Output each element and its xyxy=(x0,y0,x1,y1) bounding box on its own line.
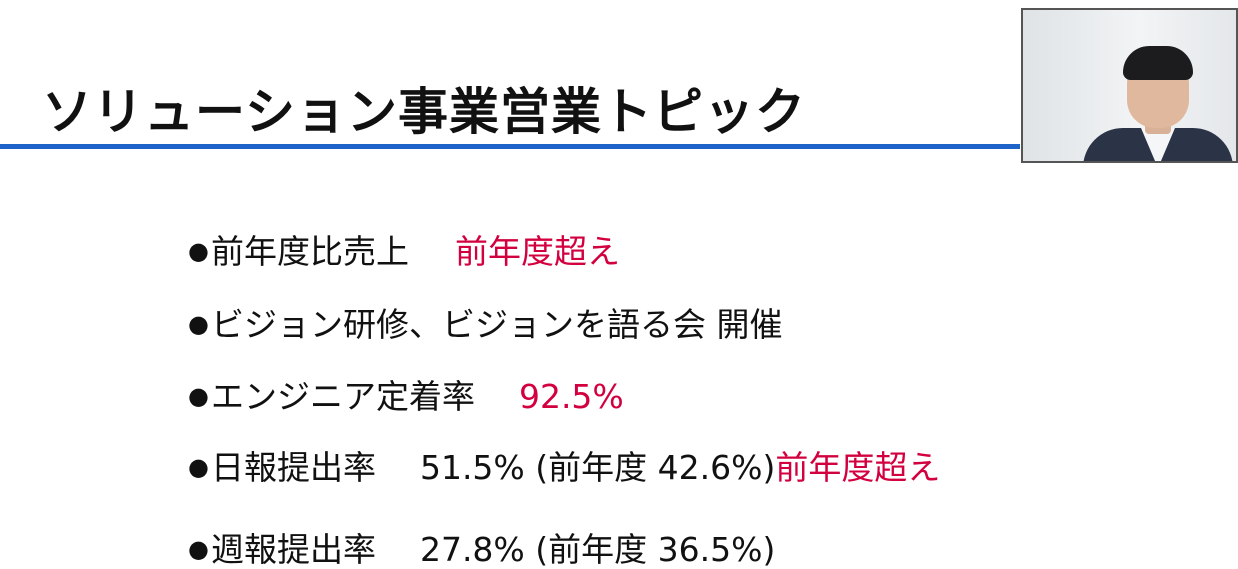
bullet-item-daily-report: ●日報提出率 51.5% (前年度 42.6%)前年度超え xyxy=(188,441,940,489)
bullet-highlight: 前年度超え xyxy=(454,232,620,271)
bullet-dot: ● xyxy=(188,237,209,265)
bullet-dot: ● xyxy=(188,535,209,563)
bullet-label: エンジニア定着率 xyxy=(210,377,475,416)
bullet-highlight: 前年度超え xyxy=(775,448,941,487)
bullet-item-vision: ●ビジョン研修、ビジョンを語る会 開催 xyxy=(188,298,782,346)
presenter-webcam xyxy=(1021,8,1238,163)
bullet-label: ビジョン研修、ビジョンを語る会 開催 xyxy=(210,305,783,344)
bullet-label: 前年度比売上 xyxy=(210,232,409,271)
bullet-value: 27.8% (前年度 36.5%) xyxy=(419,530,776,569)
bullet-item-retention: ●エンジニア定着率 92.5% xyxy=(188,370,624,418)
presenter-hair xyxy=(1123,46,1193,80)
bullet-dot: ● xyxy=(188,382,209,410)
presentation-slide: ソリューション事業営業トピック ●前年度比売上 前年度超え ●ビジョン研修、ビジョ… xyxy=(0,0,1238,569)
bullet-item-sales: ●前年度比売上 前年度超え xyxy=(188,225,620,273)
bullet-dot: ● xyxy=(188,453,209,481)
bullet-label: 日報提出率 xyxy=(210,448,376,487)
bullet-highlight: 92.5% xyxy=(518,377,624,416)
bullet-dot: ● xyxy=(188,310,209,338)
bullet-item-weekly-report: ●週報提出率 27.8% (前年度 36.5%) xyxy=(188,523,775,569)
bullet-value: 51.5% (前年度 42.6%) xyxy=(419,448,776,487)
bullet-label: 週報提出率 xyxy=(210,530,376,569)
